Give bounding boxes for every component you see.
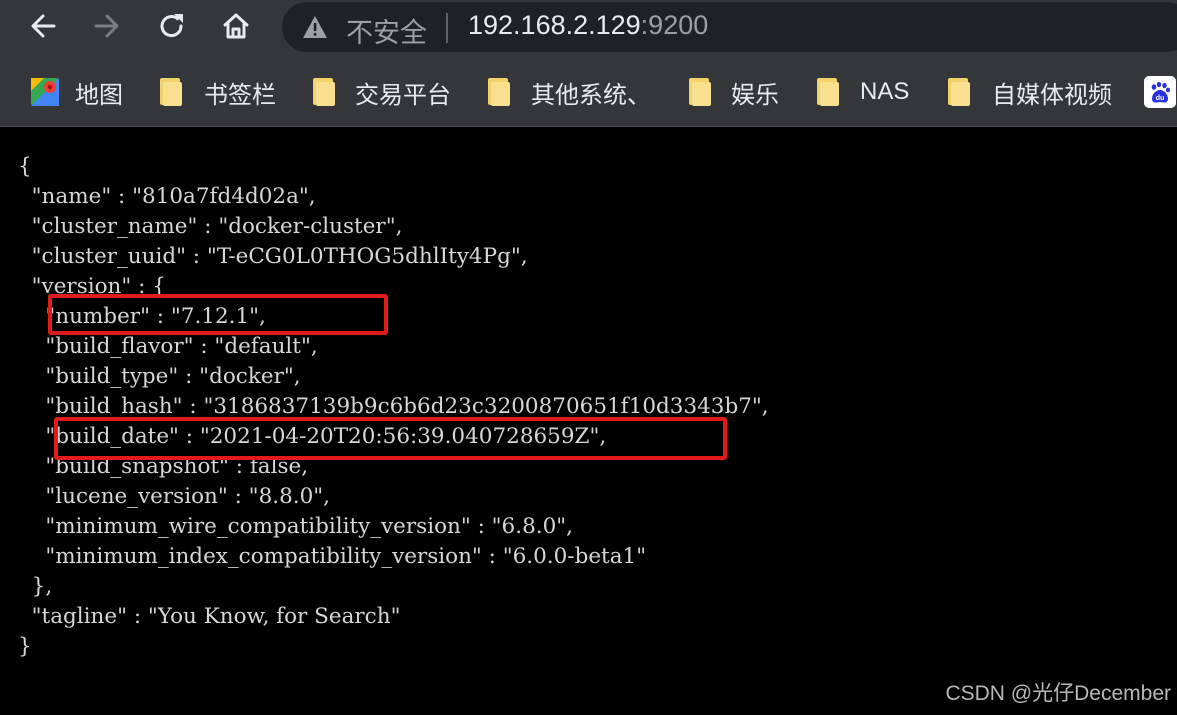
bookmark-folder-bookmarks[interactable]: 书签栏 [160, 74, 276, 110]
folder-icon [817, 78, 839, 106]
bookmark-folder-nas[interactable]: NAS [817, 74, 909, 110]
back-button[interactable] [23, 6, 63, 46]
google-maps-icon [31, 78, 59, 106]
json-line: "minimum_index_compatibility_version" : … [18, 544, 647, 569]
json-line: "name" : "810a7fd4d02a", [18, 184, 316, 209]
bookmark-label: NAS [860, 78, 910, 105]
bookmark-folder-self-media[interactable]: 自媒体视频 [948, 74, 1112, 110]
reload-button[interactable] [152, 6, 192, 46]
bookmarks-bar: 地图 书签栏 交易平台 其他系统、 娱乐 NAS 自媒体视频 du [0, 56, 1177, 127]
bookmark-label: 交易平台 [355, 80, 451, 109]
folder-icon [689, 78, 711, 106]
home-icon [223, 13, 249, 39]
page-content: { "name" : "810a7fd4d02a", "cluster_name… [0, 127, 1177, 715]
forward-button[interactable] [87, 6, 127, 46]
bookmark-maps[interactable]: 地图 [30, 74, 123, 110]
bookmark-label: 其他系统、 [531, 80, 651, 109]
url-host: 192.168.2.129 [468, 10, 641, 40]
security-status-label[interactable]: 不安全 [346, 11, 427, 50]
json-line: } [18, 634, 32, 659]
json-line: "build_flavor" : "default", [18, 334, 318, 359]
bookmark-baidu[interactable]: du [1144, 74, 1176, 110]
json-line: "cluster_uuid" : "T-eCG0L0THOG5dhlIty4Pg… [18, 244, 528, 269]
folder-icon [488, 78, 510, 106]
url-port: :9200 [640, 10, 709, 40]
json-line: { [18, 154, 32, 179]
bookmark-label: 娱乐 [731, 80, 779, 109]
warning-triangle-icon[interactable] [302, 15, 328, 39]
address-bar[interactable]: 不安全 192.168.2.129:9200 [282, 2, 1177, 52]
folder-icon [313, 78, 335, 106]
json-line: "lucene_version" : "8.8.0", [18, 484, 331, 509]
json-line: "cluster_name" : "docker-cluster", [18, 214, 403, 239]
folder-icon [160, 78, 182, 106]
arrow-left-icon [31, 14, 56, 38]
watermark: CSDN @光仔December [945, 682, 1171, 705]
url-text[interactable]: 192.168.2.129:9200 [468, 10, 708, 41]
folder-icon [948, 78, 970, 106]
json-line: "tagline" : "You Know, for Search" [18, 604, 401, 629]
reload-icon [160, 14, 183, 38]
browser-toolbar: 不安全 192.168.2.129:9200 [0, 0, 1177, 56]
bookmark-label: 书签栏 [204, 80, 276, 109]
bookmark-folder-entertainment[interactable]: 娱乐 [689, 74, 779, 110]
json-line: }, [18, 574, 53, 599]
baidu-icon: du [1144, 76, 1176, 108]
home-button[interactable] [216, 6, 256, 46]
highlight-box-number [48, 294, 388, 335]
json-line: "build_type" : "docker", [18, 364, 301, 389]
highlight-box-build-date [54, 417, 727, 460]
omnibox-divider [446, 13, 448, 43]
bookmark-label: 地图 [75, 80, 123, 109]
bookmark-folder-other-systems[interactable]: 其他系统、 [488, 74, 651, 110]
json-line: "minimum_wire_compatibility_version" : "… [18, 514, 573, 539]
svg-text:du: du [1156, 95, 1165, 102]
bookmark-label: 自媒体视频 [992, 80, 1112, 109]
bookmark-folder-trading[interactable]: 交易平台 [313, 74, 451, 110]
arrow-right-icon [94, 14, 119, 38]
